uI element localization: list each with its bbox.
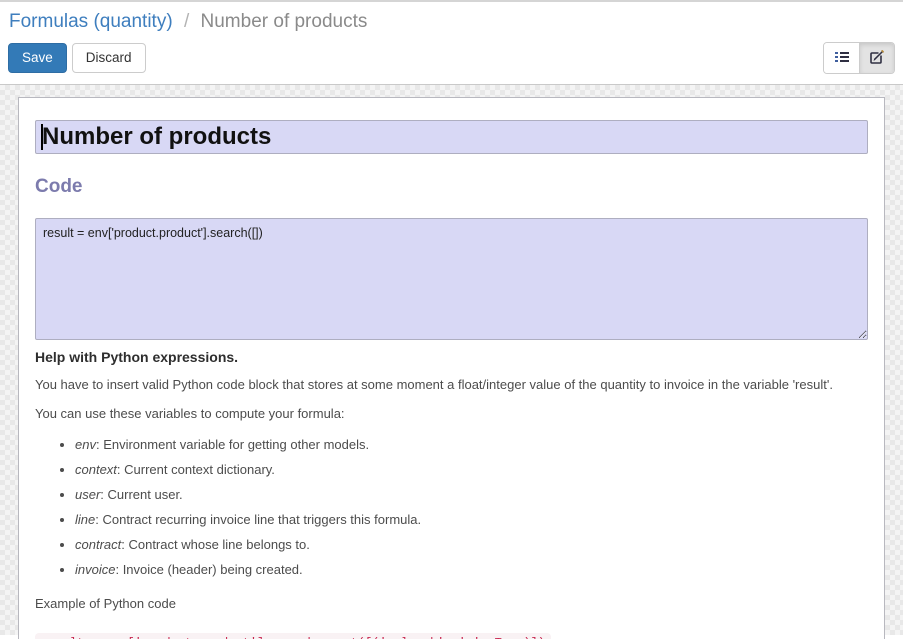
list-item: env: Environment variable for getting ot… [75, 436, 868, 455]
example-label: Example of Python code [35, 595, 868, 613]
toolbar: Save Discard [0, 39, 903, 74]
view-switcher [823, 42, 895, 74]
variable-name: env [75, 437, 96, 452]
variables-intro: You can use these variables to compute y… [35, 405, 868, 423]
variable-name: line [75, 512, 95, 527]
record-title-field [35, 120, 868, 154]
list-item: line: Contract recurring invoice line th… [75, 511, 868, 530]
variable-description: : Contract recurring invoice line that t… [95, 512, 421, 527]
variable-name: contract [75, 537, 121, 552]
form-view-button[interactable] [859, 43, 894, 73]
variable-description: : Current context dictionary. [117, 462, 275, 477]
list-item: user: Current user. [75, 486, 868, 505]
breadcrumb-separator: / [178, 11, 195, 32]
code-input[interactable]: result = env['product.product'].search([… [35, 218, 868, 340]
work-area: Code result = env['product.product'].sea… [0, 85, 903, 635]
list-item: context: Current context dictionary. [75, 461, 868, 480]
name-input[interactable] [35, 120, 868, 154]
breadcrumb-current: Number of products [201, 11, 368, 32]
variable-name: context [75, 462, 117, 477]
help-heading: Help with Python expressions. [35, 349, 868, 365]
breadcrumb: Formulas (quantity) / Number of products [0, 2, 903, 39]
top-header: Formulas (quantity) / Number of products… [0, 0, 903, 85]
variable-description: : Environment variable for getting other… [96, 437, 369, 452]
variable-name: invoice [75, 562, 115, 577]
discard-button[interactable]: Discard [72, 43, 146, 73]
example-code: result = env['product.product'].search_c… [35, 633, 551, 639]
list-item: contract: Contract whose line belongs to… [75, 536, 868, 555]
code-section-heading: Code [35, 176, 868, 198]
list-icon [834, 49, 850, 68]
breadcrumb-parent-link[interactable]: Formulas (quantity) [9, 11, 173, 32]
save-button[interactable]: Save [8, 43, 67, 73]
variable-description: : Invoice (header) being created. [115, 562, 302, 577]
variable-description: : Current user. [100, 487, 182, 502]
help-intro: You have to insert valid Python code blo… [35, 376, 868, 394]
variable-name: user [75, 487, 100, 502]
help-block: Help with Python expressions. You have t… [35, 349, 868, 639]
variables-list: env: Environment variable for getting ot… [35, 436, 868, 579]
text-cursor [41, 124, 43, 150]
form-sheet: Code result = env['product.product'].sea… [18, 97, 885, 639]
list-item: invoice: Invoice (header) being created. [75, 561, 868, 580]
edit-icon [869, 49, 885, 68]
variable-description: : Contract whose line belongs to. [121, 537, 310, 552]
list-view-button[interactable] [824, 43, 859, 73]
